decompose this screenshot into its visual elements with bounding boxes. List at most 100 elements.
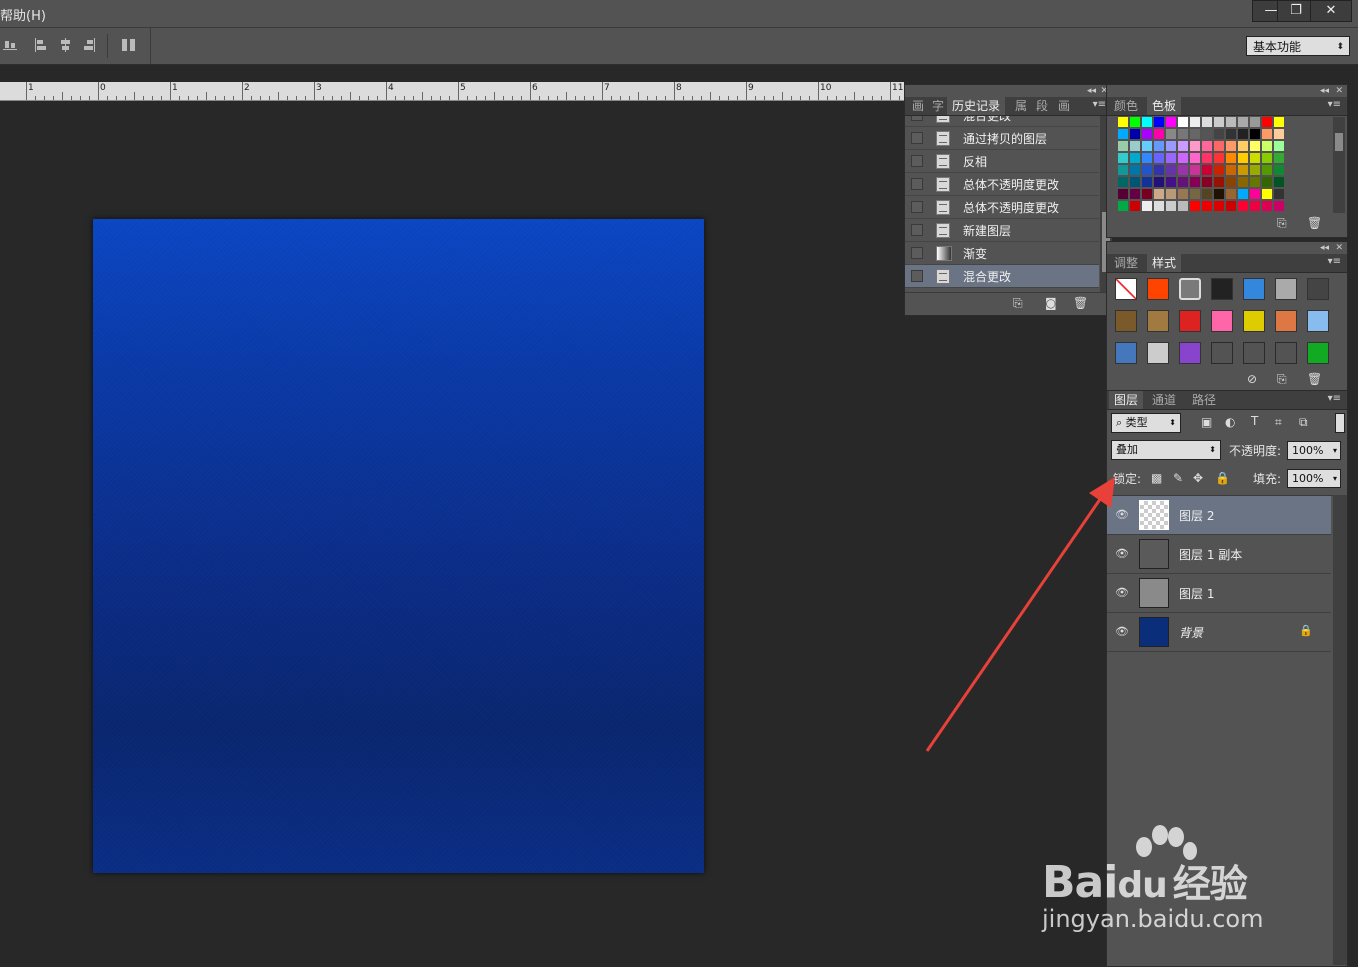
color-swatch[interactable] [1142, 117, 1152, 127]
adjustment-filter-icon[interactable]: ◐ [1225, 415, 1235, 429]
color-swatch[interactable] [1130, 165, 1140, 175]
color-swatch[interactable] [1202, 153, 1212, 163]
color-swatch[interactable] [1202, 189, 1212, 199]
color-swatch[interactable] [1274, 117, 1284, 127]
color-swatch[interactable] [1226, 129, 1236, 139]
tab-adjustments[interactable]: 调整 [1109, 254, 1143, 272]
panel-menu-icon[interactable]: ▾≡ [1328, 256, 1341, 267]
history-item[interactable]: 总体不透明度更改 [905, 196, 1099, 219]
color-swatch[interactable] [1130, 141, 1140, 151]
color-swatch[interactable] [1178, 165, 1188, 175]
color-swatch[interactable] [1202, 117, 1212, 127]
color-swatch[interactable] [1178, 201, 1188, 211]
color-swatch[interactable] [1166, 153, 1176, 163]
color-swatch[interactable] [1214, 165, 1224, 175]
color-swatch[interactable] [1154, 177, 1164, 187]
tab-brush[interactable]: 画 [907, 97, 929, 115]
empty-style-2[interactable] [1243, 342, 1265, 364]
trash-icon[interactable]: 🗑 [1307, 372, 1322, 386]
color-swatch[interactable] [1154, 141, 1164, 151]
lock-transparent-icon[interactable]: ▩ [1151, 471, 1162, 485]
layer-row[interactable]: 👁 图层 2 [1107, 496, 1331, 535]
align-right-icon[interactable] [81, 37, 97, 53]
close-panel-icon[interactable]: ✕ [1335, 86, 1343, 96]
color-swatch[interactable] [1238, 129, 1248, 139]
color-swatch[interactable] [1226, 201, 1236, 211]
workspace-select[interactable]: 基本功能 ⬍ [1246, 36, 1350, 56]
color-swatch[interactable] [1142, 141, 1152, 151]
color-swatch[interactable] [1238, 141, 1248, 151]
color-swatch[interactable] [1190, 117, 1200, 127]
color-swatch[interactable] [1262, 177, 1272, 187]
color-swatch[interactable] [1274, 153, 1284, 163]
color-swatch[interactable] [1142, 177, 1152, 187]
fire-style[interactable] [1147, 278, 1169, 300]
history-snapshot-checkbox[interactable] [911, 116, 923, 121]
color-swatch[interactable] [1250, 165, 1260, 175]
color-swatch[interactable] [1154, 117, 1164, 127]
red-glass-style[interactable] [1179, 310, 1201, 332]
tab-channels[interactable]: 通道 [1147, 391, 1181, 409]
layer-thumbnail[interactable] [1139, 578, 1169, 608]
chrome-style[interactable] [1147, 342, 1169, 364]
color-swatch[interactable] [1214, 129, 1224, 139]
color-swatch[interactable] [1202, 129, 1212, 139]
history-item[interactable]: 反相 [905, 150, 1099, 173]
color-swatch[interactable] [1226, 141, 1236, 151]
gray-style[interactable] [1275, 278, 1297, 300]
layer-row[interactable]: 👁 图层 1 [1107, 574, 1331, 613]
history-snapshot-checkbox[interactable] [911, 132, 923, 144]
history-snapshot-checkbox[interactable] [911, 201, 923, 213]
color-swatch[interactable] [1274, 201, 1284, 211]
color-swatch[interactable] [1178, 189, 1188, 199]
color-swatch[interactable] [1202, 141, 1212, 151]
history-item[interactable]: 渐变 [905, 242, 1099, 265]
color-swatch[interactable] [1190, 189, 1200, 199]
fill-input[interactable]: 100% ▾ [1287, 469, 1341, 488]
color-swatch[interactable] [1130, 189, 1140, 199]
color-swatch[interactable] [1226, 117, 1236, 127]
color-swatch[interactable] [1250, 117, 1260, 127]
bronze-style[interactable] [1147, 310, 1169, 332]
color-swatch[interactable] [1166, 201, 1176, 211]
color-swatch[interactable] [1178, 153, 1188, 163]
color-swatch[interactable] [1154, 189, 1164, 199]
none-style[interactable] [1115, 278, 1137, 300]
color-swatch[interactable] [1118, 189, 1128, 199]
yellow-style[interactable] [1243, 310, 1265, 332]
sunset-style[interactable] [1275, 310, 1297, 332]
document-canvas[interactable] [93, 219, 704, 873]
color-swatch[interactable] [1118, 153, 1128, 163]
smart-object-filter-icon[interactable]: ⧉ [1299, 415, 1308, 430]
light-blue-style[interactable] [1307, 310, 1329, 332]
color-swatch[interactable] [1214, 117, 1224, 127]
color-swatch[interactable] [1214, 153, 1224, 163]
color-swatch[interactable] [1274, 129, 1284, 139]
layer-filter-select[interactable]: ⌕ 类型 ⬍ [1111, 413, 1181, 433]
color-swatch[interactable] [1214, 141, 1224, 151]
tab-swatches[interactable]: 色板 [1147, 97, 1182, 115]
close-button[interactable]: ✕ [1310, 0, 1352, 22]
color-swatch[interactable] [1142, 189, 1152, 199]
color-swatch[interactable] [1274, 177, 1284, 187]
color-swatch[interactable] [1238, 201, 1248, 211]
color-swatch[interactable] [1262, 153, 1272, 163]
color-swatch[interactable] [1262, 129, 1272, 139]
rainbow-style[interactable] [1211, 310, 1233, 332]
color-swatch[interactable] [1262, 201, 1272, 211]
trash-icon[interactable]: 🗑 [1073, 296, 1088, 310]
wood-style[interactable] [1115, 310, 1137, 332]
lock-all-icon[interactable]: 🔒 [1215, 471, 1230, 485]
layer-thumbnail[interactable] [1139, 500, 1169, 530]
color-swatch[interactable] [1202, 201, 1212, 211]
horizontal-ruler[interactable]: 1 0 1 2 3 4 5 6 7 8 9 10 11 [0, 82, 954, 101]
color-swatch[interactable] [1190, 165, 1200, 175]
color-swatch[interactable] [1142, 153, 1152, 163]
history-item[interactable]: 新建图层 [905, 219, 1099, 242]
history-item[interactable]: 混合更改 [905, 116, 1099, 127]
color-swatch[interactable] [1274, 141, 1284, 151]
color-swatch[interactable] [1130, 177, 1140, 187]
color-swatch[interactable] [1190, 141, 1200, 151]
color-swatch[interactable] [1190, 201, 1200, 211]
landscape-style[interactable] [1115, 342, 1137, 364]
